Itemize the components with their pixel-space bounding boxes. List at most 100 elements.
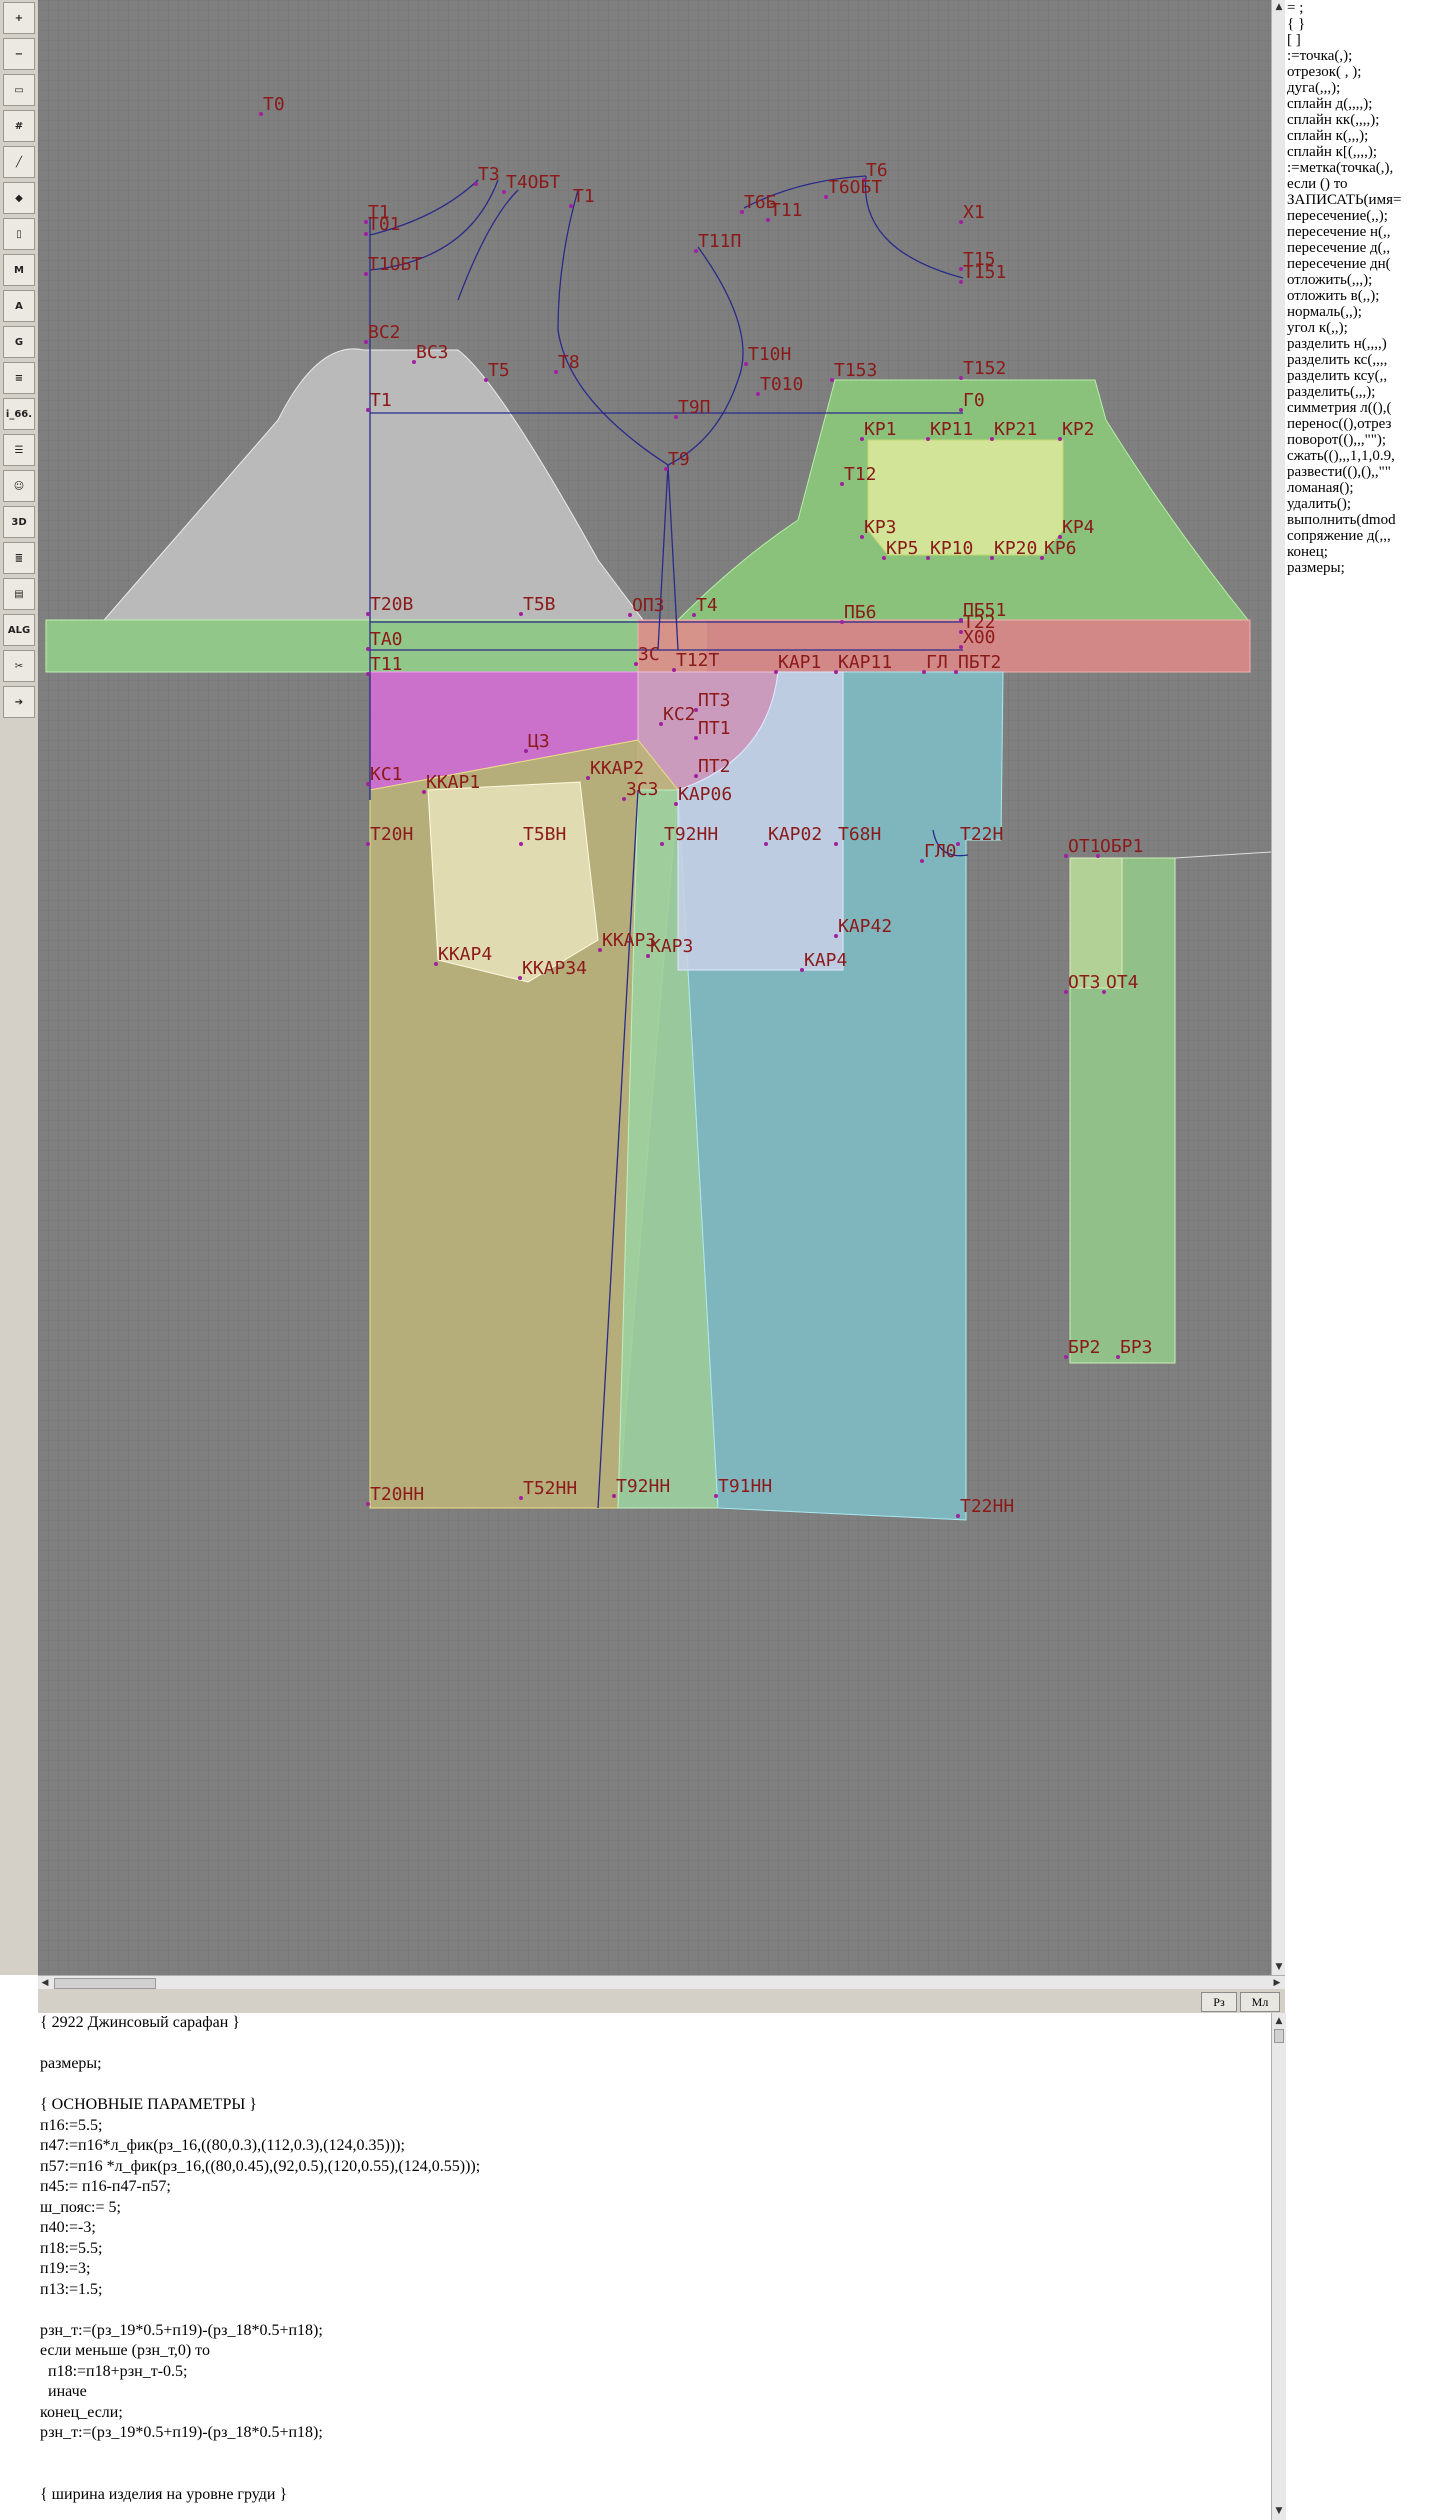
canvas-vertical-scrollbar[interactable]: ▲ ▼	[1271, 0, 1286, 1975]
keyword-item[interactable]: разделить ксу(,,	[1285, 368, 1440, 384]
zoom-in-icon[interactable]: +	[3, 2, 35, 34]
keyword-item[interactable]: перенос((),отрез	[1285, 416, 1440, 432]
measure-m-icon[interactable]: M	[3, 254, 35, 286]
keyword-item[interactable]: сопряжение д(,,,	[1285, 528, 1440, 544]
point-marker[interactable]	[364, 272, 368, 276]
point-marker[interactable]	[634, 662, 638, 666]
point-marker[interactable]	[1040, 556, 1044, 560]
scroll-down-icon[interactable]: ▼	[1273, 1961, 1285, 1973]
keyword-item[interactable]: = ;	[1285, 0, 1440, 16]
point-marker[interactable]	[484, 378, 488, 382]
keyword-item[interactable]: пересечение н(,,	[1285, 224, 1440, 240]
point-marker[interactable]	[756, 392, 760, 396]
point-marker[interactable]	[959, 408, 963, 412]
point-marker[interactable]	[714, 1494, 718, 1498]
keyword-item[interactable]: размеры;	[1285, 560, 1440, 576]
point-marker[interactable]	[674, 802, 678, 806]
line-tool-icon[interactable]: ╱	[3, 146, 35, 178]
export-icon[interactable]: ➔	[3, 686, 35, 718]
keyword-item[interactable]: поворот((),,,"");	[1285, 432, 1440, 448]
point-marker[interactable]	[660, 842, 664, 846]
ruler-icon[interactable]: ≡	[3, 362, 35, 394]
keyword-item[interactable]: удалить();	[1285, 496, 1440, 512]
version-icon[interactable]: i_66.	[3, 398, 35, 430]
keyword-item[interactable]: сплайн к(,,,);	[1285, 128, 1440, 144]
point-marker[interactable]	[518, 976, 522, 980]
size-ml-button[interactable]: Мл	[1240, 1992, 1280, 2012]
keyword-item[interactable]: { }	[1285, 16, 1440, 32]
point-marker[interactable]	[694, 249, 698, 253]
point-marker[interactable]	[926, 437, 930, 441]
point-marker[interactable]	[830, 378, 834, 382]
point-marker[interactable]	[628, 613, 632, 617]
keyword-item[interactable]: сжать((),,,1,1,0.9,	[1285, 448, 1440, 464]
point-marker[interactable]	[366, 612, 370, 616]
layer-icon[interactable]: ◆	[3, 182, 35, 214]
point-marker[interactable]	[259, 112, 263, 116]
point-marker[interactable]	[674, 415, 678, 419]
keyword-item[interactable]: ломаная();	[1285, 480, 1440, 496]
point-marker[interactable]	[990, 556, 994, 560]
point-marker[interactable]	[622, 797, 626, 801]
editor-scroll-thumb[interactable]	[1274, 2029, 1284, 2043]
point-marker[interactable]	[554, 370, 558, 374]
point-marker[interactable]	[860, 535, 864, 539]
point-marker[interactable]	[764, 842, 768, 846]
point-marker[interactable]	[474, 182, 478, 186]
point-marker[interactable]	[959, 376, 963, 380]
keyword-item[interactable]: сплайн д(,,,,);	[1285, 96, 1440, 112]
point-marker[interactable]	[366, 782, 370, 786]
point-marker[interactable]	[740, 210, 744, 214]
keyword-item[interactable]: конец;	[1285, 544, 1440, 560]
scroll-up-icon[interactable]: ▲	[1273, 1, 1285, 13]
point-marker[interactable]	[834, 842, 838, 846]
point-marker[interactable]	[954, 670, 958, 674]
code-editor[interactable]: { 2922 Джинсовый сарафан } размеры; { ОСНО…	[38, 2013, 1271, 2520]
pattern-canvas[interactable]: Т0 Т3 Т4ОБТ Т1 Т1 Т01 Т6Б Т11 Т6 Т6ОБТ Х1 Т11П Т1ОБТ…	[38, 0, 1271, 1975]
point-marker[interactable]	[920, 859, 924, 863]
keyword-item[interactable]: выполнить(dmod	[1285, 512, 1440, 528]
point-marker[interactable]	[366, 672, 370, 676]
point-marker[interactable]	[524, 749, 528, 753]
point-marker[interactable]	[824, 195, 828, 199]
point-marker[interactable]	[774, 670, 778, 674]
page-icon[interactable]: ▯	[3, 218, 35, 250]
algorithm-icon[interactable]: ALG	[3, 614, 35, 646]
point-marker[interactable]	[646, 954, 650, 958]
point-marker[interactable]	[612, 1494, 616, 1498]
keyword-item[interactable]: отложить(,,,);	[1285, 272, 1440, 288]
point-marker[interactable]	[366, 842, 370, 846]
point-marker[interactable]	[434, 962, 438, 966]
point-marker[interactable]	[364, 340, 368, 344]
keyword-item[interactable]: симметрия л((),(	[1285, 400, 1440, 416]
point-marker[interactable]	[766, 218, 770, 222]
keyword-item[interactable]: дуга(,,,);	[1285, 80, 1440, 96]
horizontal-scroll-thumb[interactable]	[54, 1978, 156, 1989]
point-marker[interactable]	[959, 220, 963, 224]
size-rz-button[interactable]: Рз	[1201, 1992, 1237, 2012]
scroll-up-icon[interactable]: ▲	[1273, 2015, 1285, 2027]
point-marker[interactable]	[1064, 990, 1068, 994]
point-marker[interactable]	[694, 736, 698, 740]
list-icon[interactable]: ≣	[3, 542, 35, 574]
point-marker[interactable]	[834, 670, 838, 674]
keyword-item[interactable]: развести((),(),,""	[1285, 464, 1440, 480]
point-marker[interactable]	[519, 612, 523, 616]
group-g-icon[interactable]: G	[3, 326, 35, 358]
keyword-item[interactable]: угол к(,,);	[1285, 320, 1440, 336]
keyword-item[interactable]: разделить н(,,,,)	[1285, 336, 1440, 352]
text-tool-icon[interactable]: A	[3, 290, 35, 322]
point-marker[interactable]	[840, 482, 844, 486]
point-marker[interactable]	[1116, 1355, 1120, 1359]
point-marker[interactable]	[834, 934, 838, 938]
keyword-item[interactable]: сплайн кк(,,,,);	[1285, 112, 1440, 128]
point-marker[interactable]	[569, 204, 573, 208]
point-marker[interactable]	[1102, 990, 1106, 994]
point-marker[interactable]	[800, 968, 804, 972]
point-marker[interactable]	[959, 280, 963, 284]
point-marker[interactable]	[860, 437, 864, 441]
point-marker[interactable]	[926, 556, 930, 560]
point-marker[interactable]	[672, 668, 676, 672]
point-marker[interactable]	[956, 1514, 960, 1518]
point-marker[interactable]	[692, 613, 696, 617]
